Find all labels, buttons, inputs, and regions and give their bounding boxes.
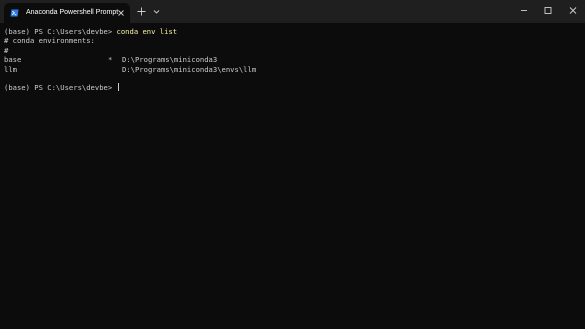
maximize-icon[interactable] <box>540 4 556 17</box>
env-path: D:\Programs\miniconda3 <box>122 55 218 65</box>
prompt: (base) PS C:\Users\devbe> <box>4 27 117 36</box>
chevron-down-icon[interactable] <box>152 8 161 15</box>
env-path: D:\Programs\miniconda3\envs\llm <box>122 64 257 74</box>
tab-anaconda-powershell[interactable]: Anaconda Powershell Prompt <box>4 3 130 23</box>
prompt-line: (base) PS C:\Users\devbe> conda env list <box>4 27 581 36</box>
tab-close-icon[interactable] <box>116 8 126 18</box>
output-header-hash: # <box>4 45 9 55</box>
env-name: base <box>4 55 22 65</box>
output-header: # conda environments: <box>4 36 95 46</box>
env-row: base * D:\Programs\miniconda3 <box>4 55 581 64</box>
minimize-icon[interactable] <box>516 4 532 17</box>
terminal-window: Anaconda Powershell Prompt (base) PS C:\… <box>0 0 585 329</box>
prompt: (base) PS C:\Users\devbe> <box>4 83 117 93</box>
close-icon[interactable] <box>565 4 581 17</box>
tab-title: Anaconda Powershell Prompt <box>26 9 119 16</box>
text-cursor <box>117 83 119 92</box>
new-tab-plus-icon[interactable] <box>136 6 147 17</box>
title-bar[interactable]: Anaconda Powershell Prompt <box>0 0 585 23</box>
powershell-icon <box>10 9 19 17</box>
terminal-output[interactable]: (base) PS C:\Users\devbe> conda env list… <box>4 27 581 325</box>
prompt-line[interactable]: (base) PS C:\Users\devbe> <box>4 83 581 92</box>
env-row: llm D:\Programs\miniconda3\envs\llm <box>4 65 581 74</box>
command: conda env list <box>116 27 178 36</box>
env-name: llm <box>4 64 17 74</box>
active-marker: * <box>108 55 113 65</box>
